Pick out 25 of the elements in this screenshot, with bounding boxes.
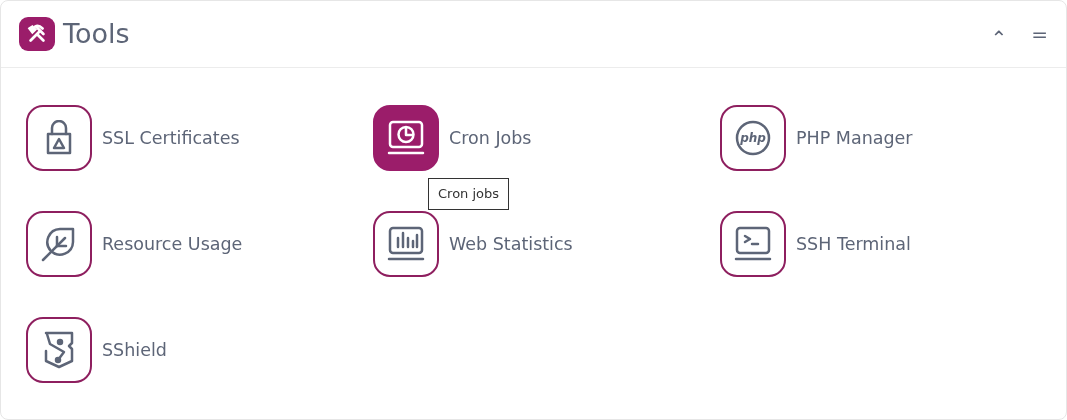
tool-button[interactable] xyxy=(26,105,92,171)
tool-button[interactable] xyxy=(373,105,439,171)
tool-button[interactable]: php xyxy=(720,105,786,171)
menu-button[interactable]: = xyxy=(1031,24,1048,44)
tools-logo-icon xyxy=(19,17,55,51)
tool-link[interactable]: Cron Jobs xyxy=(449,124,532,152)
tool-button[interactable] xyxy=(720,211,786,277)
shield-icon xyxy=(42,330,76,370)
tool-link[interactable]: SShield xyxy=(102,336,167,364)
chart-monitor-icon xyxy=(386,225,426,263)
tool-button[interactable] xyxy=(26,317,92,383)
panel-title: Tools xyxy=(63,16,130,51)
tool-link[interactable]: SSL Certificates xyxy=(102,124,240,152)
collapse-button[interactable]: ⌃ xyxy=(990,20,1008,48)
lock-icon xyxy=(44,120,74,156)
monitor-clock-icon xyxy=(386,119,426,157)
tool-link[interactable]: SSH Terminal xyxy=(796,230,911,258)
tool-button[interactable] xyxy=(26,211,92,277)
tool-link[interactable]: Resource Usage xyxy=(102,230,243,258)
tool-link[interactable]: Web Statistics xyxy=(449,230,573,258)
tool-button[interactable] xyxy=(373,211,439,277)
tool-link[interactable]: PHP Manager xyxy=(796,124,913,152)
terminal-icon xyxy=(733,225,773,263)
tooltip: Cron jobs xyxy=(428,178,510,210)
php-icon: php xyxy=(734,119,772,157)
